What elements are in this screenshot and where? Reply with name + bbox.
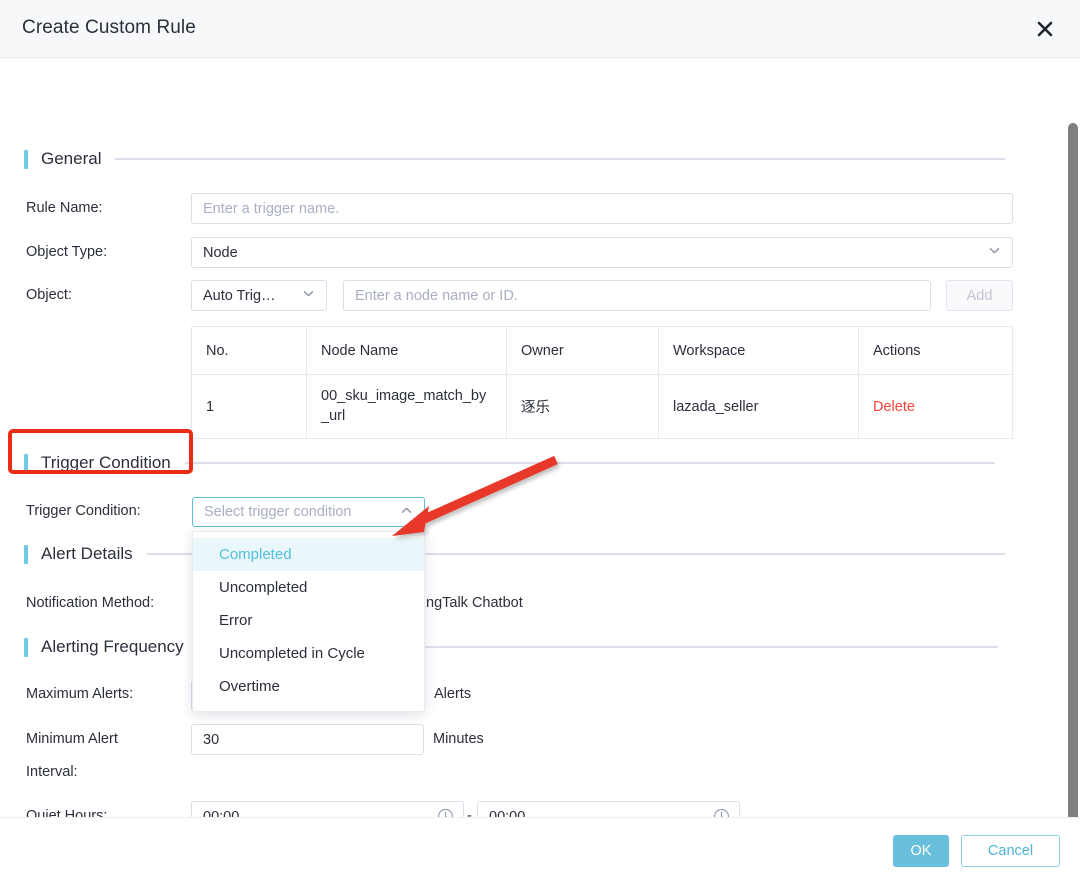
section-divider: [184, 462, 995, 464]
maximum-alerts-unit: Alerts: [434, 686, 472, 702]
delete-row-link[interactable]: Delete: [873, 399, 915, 415]
rule-name-input[interactable]: [191, 193, 1013, 224]
table-col-workspace: Workspace: [659, 327, 859, 374]
chevron-down-icon: [302, 287, 315, 304]
section-alert-details: Alert Details: [24, 543, 1024, 565]
dropdown-option-uncompleted[interactable]: Uncompleted: [193, 571, 424, 604]
minimum-alert-interval-label-line2: Interval:: [26, 764, 78, 780]
dropdown-option-overtime[interactable]: Overtime: [193, 670, 424, 703]
object-search-input[interactable]: [343, 280, 931, 311]
section-general-label: General: [41, 149, 102, 168]
dropdown-option-uncompleted-in-cycle[interactable]: Uncompleted in Cycle: [193, 637, 424, 670]
section-accent-bar: [24, 149, 28, 169]
dialog-title: Create Custom Rule: [22, 17, 196, 38]
dialog-body: General Rule Name: Object Type: Node Obj…: [0, 58, 1080, 832]
section-accent-bar: [24, 453, 28, 473]
section-general: General: [24, 148, 1024, 170]
dialog-footer: OK Cancel: [0, 817, 1080, 883]
dialog-header: Create Custom Rule: [0, 0, 1080, 58]
table-row: 1 00_sku_image_match_by_url 逐乐 lazada_se…: [192, 375, 1012, 438]
chevron-down-icon: [988, 244, 1001, 261]
maximum-alerts-label: Maximum Alerts:: [26, 686, 134, 702]
notification-method-value: ngTalk Chatbot: [426, 595, 523, 611]
section-trigger-condition-label: Trigger Condition: [41, 453, 171, 472]
section-accent-bar: [24, 544, 28, 564]
object-scope-select[interactable]: Auto Trig…: [191, 280, 327, 311]
table-col-no: No.: [192, 327, 307, 374]
dropdown-option-error[interactable]: Error: [193, 604, 424, 637]
section-trigger-condition: Trigger Condition: [24, 452, 1024, 474]
minimum-alert-interval-unit: Minutes: [433, 731, 484, 747]
table-col-node-name: Node Name: [307, 327, 507, 374]
section-alert-details-label: Alert Details: [41, 544, 133, 563]
section-alerting-frequency: Alerting Frequency: [24, 636, 1024, 658]
table-cell-no: 1: [192, 375, 307, 438]
object-scope-value: Auto Trig…: [203, 287, 276, 304]
scrollbar-thumb[interactable]: [1068, 123, 1078, 868]
section-divider: [115, 158, 1006, 160]
create-custom-rule-dialog: Create Custom Rule General Rule Name: Ob…: [0, 0, 1080, 883]
object-type-select[interactable]: Node: [191, 237, 1013, 268]
trigger-condition-select[interactable]: Select trigger condition: [192, 497, 425, 527]
table-cell-actions: Delete: [859, 375, 1012, 438]
table-cell-owner: 逐乐: [507, 375, 659, 438]
trigger-condition-value: Select trigger condition: [204, 504, 352, 520]
object-type-value: Node: [203, 244, 238, 261]
section-accent-bar: [24, 637, 28, 657]
notification-method-label: Notification Method:: [26, 595, 155, 611]
ok-button[interactable]: OK: [893, 835, 949, 867]
object-type-label: Object Type:: [26, 244, 108, 260]
chevron-up-icon: [400, 504, 413, 521]
object-label: Object:: [26, 287, 72, 303]
trigger-condition-dropdown[interactable]: Completed Uncompleted Error Uncompleted …: [192, 531, 425, 712]
rule-name-label: Rule Name:: [26, 200, 103, 216]
section-alerting-frequency-label: Alerting Frequency: [41, 637, 184, 656]
trigger-condition-label: Trigger Condition:: [26, 503, 141, 519]
minimum-alert-interval-input[interactable]: [191, 724, 424, 755]
close-icon[interactable]: [1030, 14, 1060, 44]
dropdown-option-completed[interactable]: Completed: [193, 538, 424, 571]
object-table: No. Node Name Owner Workspace Actions 1 …: [191, 326, 1013, 439]
cancel-button[interactable]: Cancel: [961, 835, 1060, 867]
node-name-text: 00_sku_image_match_by_url: [321, 388, 487, 424]
table-col-actions: Actions: [873, 342, 921, 359]
table-cell-workspace: lazada_seller: [659, 375, 859, 438]
table-header-row: No. Node Name Owner Workspace Actions: [192, 327, 1012, 375]
table-col-owner: Owner: [507, 327, 659, 374]
add-object-button[interactable]: Add: [946, 280, 1013, 311]
minimum-alert-interval-label-line1: Minimum Alert: [26, 731, 118, 747]
vertical-scrollbar[interactable]: [1065, 58, 1080, 868]
table-cell-node-name: 00_sku_image_match_by_url: [307, 375, 507, 438]
